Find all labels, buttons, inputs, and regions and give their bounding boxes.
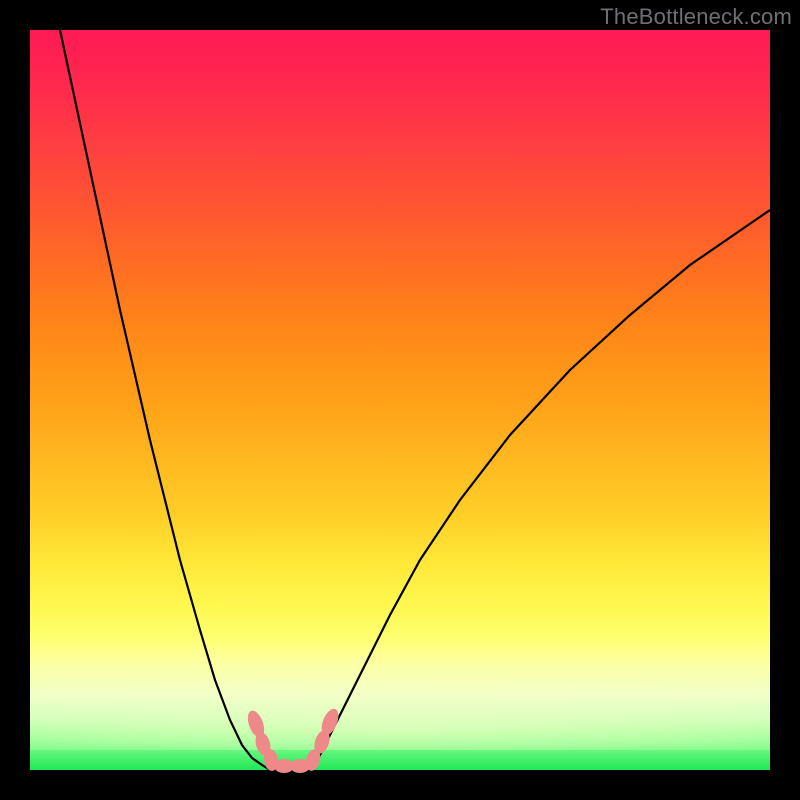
watermark-text: TheBottleneck.com <box>600 4 792 30</box>
curve-left-branch <box>60 30 270 770</box>
curve-layer <box>30 30 770 770</box>
chart-frame: TheBottleneck.com <box>0 0 800 800</box>
curve-right-branch <box>312 210 770 770</box>
